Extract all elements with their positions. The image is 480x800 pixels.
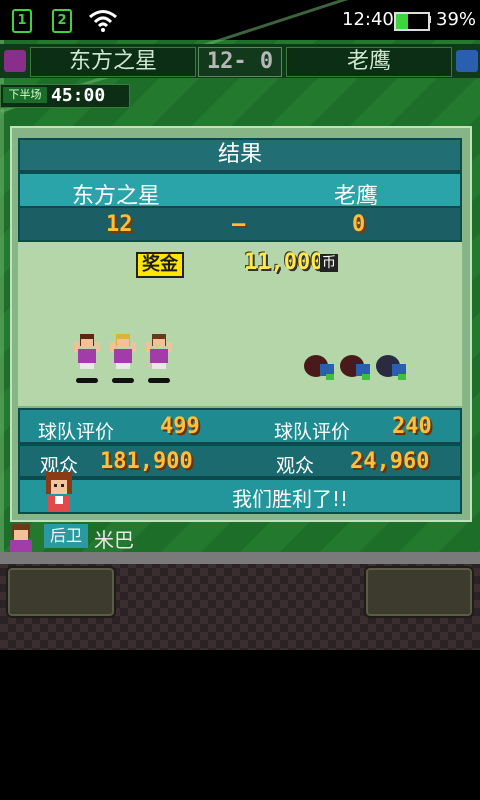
- away-team-name: 老鹰: [286, 47, 452, 77]
- battery-nub: [428, 16, 431, 23]
- left-soft-button[interactable]: [6, 566, 116, 618]
- away-rating-value: 240: [392, 414, 432, 439]
- away-attendance-label: 观众: [276, 455, 315, 477]
- bottom-divider: [0, 552, 480, 564]
- away-player-defeated-sprite: [304, 355, 334, 380]
- result-scores: 12 – 0: [18, 206, 462, 242]
- prize-label: 奖金: [136, 252, 184, 278]
- battery-icon: [394, 12, 430, 31]
- manager-avatar: [46, 472, 72, 512]
- home-player-sprite: [146, 334, 172, 369]
- player-shadow: [148, 378, 170, 383]
- prize-amount: 11,000: [244, 250, 324, 275]
- sim2-icon: 2: [52, 9, 72, 33]
- player-avatar: [10, 524, 32, 552]
- scoreboard: 东方之星 12- 0 老鹰: [0, 44, 480, 78]
- attendance-row: 观众 181,900 观众 24,960: [18, 444, 462, 478]
- wifi-icon: [89, 10, 117, 32]
- rating-row: 球队评价 499 球队评价 240: [18, 408, 462, 444]
- home-jersey-icon: [4, 50, 26, 72]
- period-label: 下半场: [3, 87, 47, 103]
- player-name: 米巴: [94, 528, 134, 552]
- status-clock: 12:40: [342, 9, 394, 30]
- match-timer: 下半场 45:00: [0, 84, 130, 108]
- away-player-defeated-sprite: [340, 355, 370, 380]
- player-shadow: [112, 378, 134, 383]
- match-score: 12- 0: [198, 47, 282, 77]
- coin-unit: 币: [320, 254, 338, 272]
- home-rating-value: 499: [160, 414, 200, 439]
- home-team-name: 东方之星: [30, 47, 196, 77]
- result-home-score: 12: [106, 212, 133, 237]
- away-player-defeated-sprite: [376, 355, 406, 380]
- battery-percent: 39%: [436, 9, 477, 30]
- player-shadow: [76, 378, 98, 383]
- sim1-icon: 1: [12, 9, 32, 33]
- right-soft-button[interactable]: [364, 566, 474, 618]
- home-rating-label: 球队评价: [38, 421, 115, 443]
- result-separator: –: [232, 212, 246, 237]
- result-team-names: 东方之星 老鹰: [18, 172, 462, 209]
- away-jersey-icon: [456, 50, 478, 72]
- player-role-badge: 后卫: [44, 524, 88, 548]
- battery-fill: [396, 14, 409, 29]
- home-player-sprite: [74, 334, 100, 369]
- home-player-sprite: [110, 334, 136, 369]
- result-title: 结果: [18, 138, 462, 172]
- away-rating-label: 球队评价: [274, 421, 351, 443]
- result-away-score: 0: [352, 212, 366, 237]
- home-attendance-value: 181,900: [100, 449, 193, 474]
- away-attendance-value: 24,960: [350, 449, 430, 474]
- match-clock: 45:00: [51, 85, 106, 106]
- result-message: 我们胜利了!!: [231, 487, 349, 511]
